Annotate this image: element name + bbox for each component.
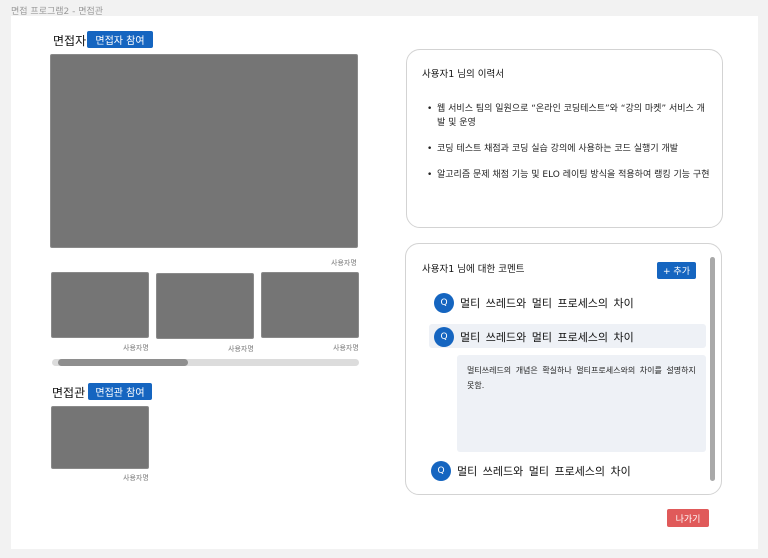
main-video-caption: 사용자명 — [331, 259, 357, 267]
question-text: 멀티 쓰레드와 멀티 프로세스의 차이 — [460, 297, 634, 310]
resume-card: 사용자1 님의 이력서 웹 서비스 팀의 일원으로 “온라인 코딩테스트”와 “… — [406, 49, 723, 228]
participant-video-2[interactable] — [156, 273, 254, 339]
question-badge: Q — [434, 327, 454, 347]
resume-title: 사용자1 님의 이력서 — [422, 69, 505, 80]
interviewee-label: 면접자 — [53, 34, 87, 48]
question-item-2[interactable]: Q 멀티 쓰레드와 멀티 프로세스의 차이 — [434, 327, 634, 347]
resume-item: 알고리즘 문제 채점 기능 및 ELO 레이팅 방식을 적용하여 랭킹 기능 구… — [427, 168, 712, 182]
answer-box: 멀티쓰레드의 개념은 확실하나 멀티프로세스와의 차이를 설명하지 못함. — [457, 355, 706, 452]
question-badge: Q — [431, 461, 451, 481]
participant-caption-1: 사용자명 — [123, 344, 149, 352]
join-interviewee-button[interactable]: 면접자 참여 — [87, 31, 153, 48]
question-badge: Q — [434, 293, 454, 313]
join-interviewer-button[interactable]: 면접관 참여 — [88, 383, 152, 400]
main-video — [50, 54, 358, 248]
resume-item: 코딩 테스트 채점과 코딩 실습 강의에 사용하는 코드 실행기 개발 — [427, 142, 712, 156]
comment-title: 사용자1 님에 대한 코멘트 — [422, 264, 525, 275]
interviewer-video-caption: 사용자명 — [123, 474, 149, 482]
add-comment-button[interactable]: + 추가 — [657, 262, 696, 279]
participant-caption-3: 사용자명 — [333, 344, 359, 352]
participant-video-3[interactable] — [261, 272, 359, 338]
question-item-1[interactable]: Q 멀티 쓰레드와 멀티 프로세스의 차이 — [434, 293, 634, 313]
comment-scrollbar[interactable] — [710, 257, 715, 481]
question-text: 멀티 쓰레드와 멀티 프로세스의 차이 — [457, 465, 631, 478]
interviewer-video — [51, 406, 149, 469]
interviewer-label: 면접관 — [52, 386, 86, 400]
resume-list: 웹 서비스 팀의 일원으로 “온라인 코딩테스트”와 “강의 마켓” 서비스 개… — [427, 102, 712, 194]
thumbnail-scrollbar-thumb[interactable] — [58, 359, 188, 366]
question-item-3[interactable]: Q 멀티 쓰레드와 멀티 프로세스의 차이 — [431, 461, 631, 481]
thumbnail-scrollbar[interactable] — [52, 359, 359, 366]
exit-button[interactable]: 나가기 — [667, 509, 709, 527]
participant-caption-2: 사용자명 — [228, 345, 254, 353]
participant-video-1[interactable] — [51, 272, 149, 338]
comment-scrollbar-thumb[interactable] — [710, 257, 715, 481]
resume-item: 웹 서비스 팀의 일원으로 “온라인 코딩테스트”와 “강의 마켓” 서비스 개… — [427, 102, 712, 130]
question-text: 멀티 쓰레드와 멀티 프로세스의 차이 — [460, 331, 634, 344]
